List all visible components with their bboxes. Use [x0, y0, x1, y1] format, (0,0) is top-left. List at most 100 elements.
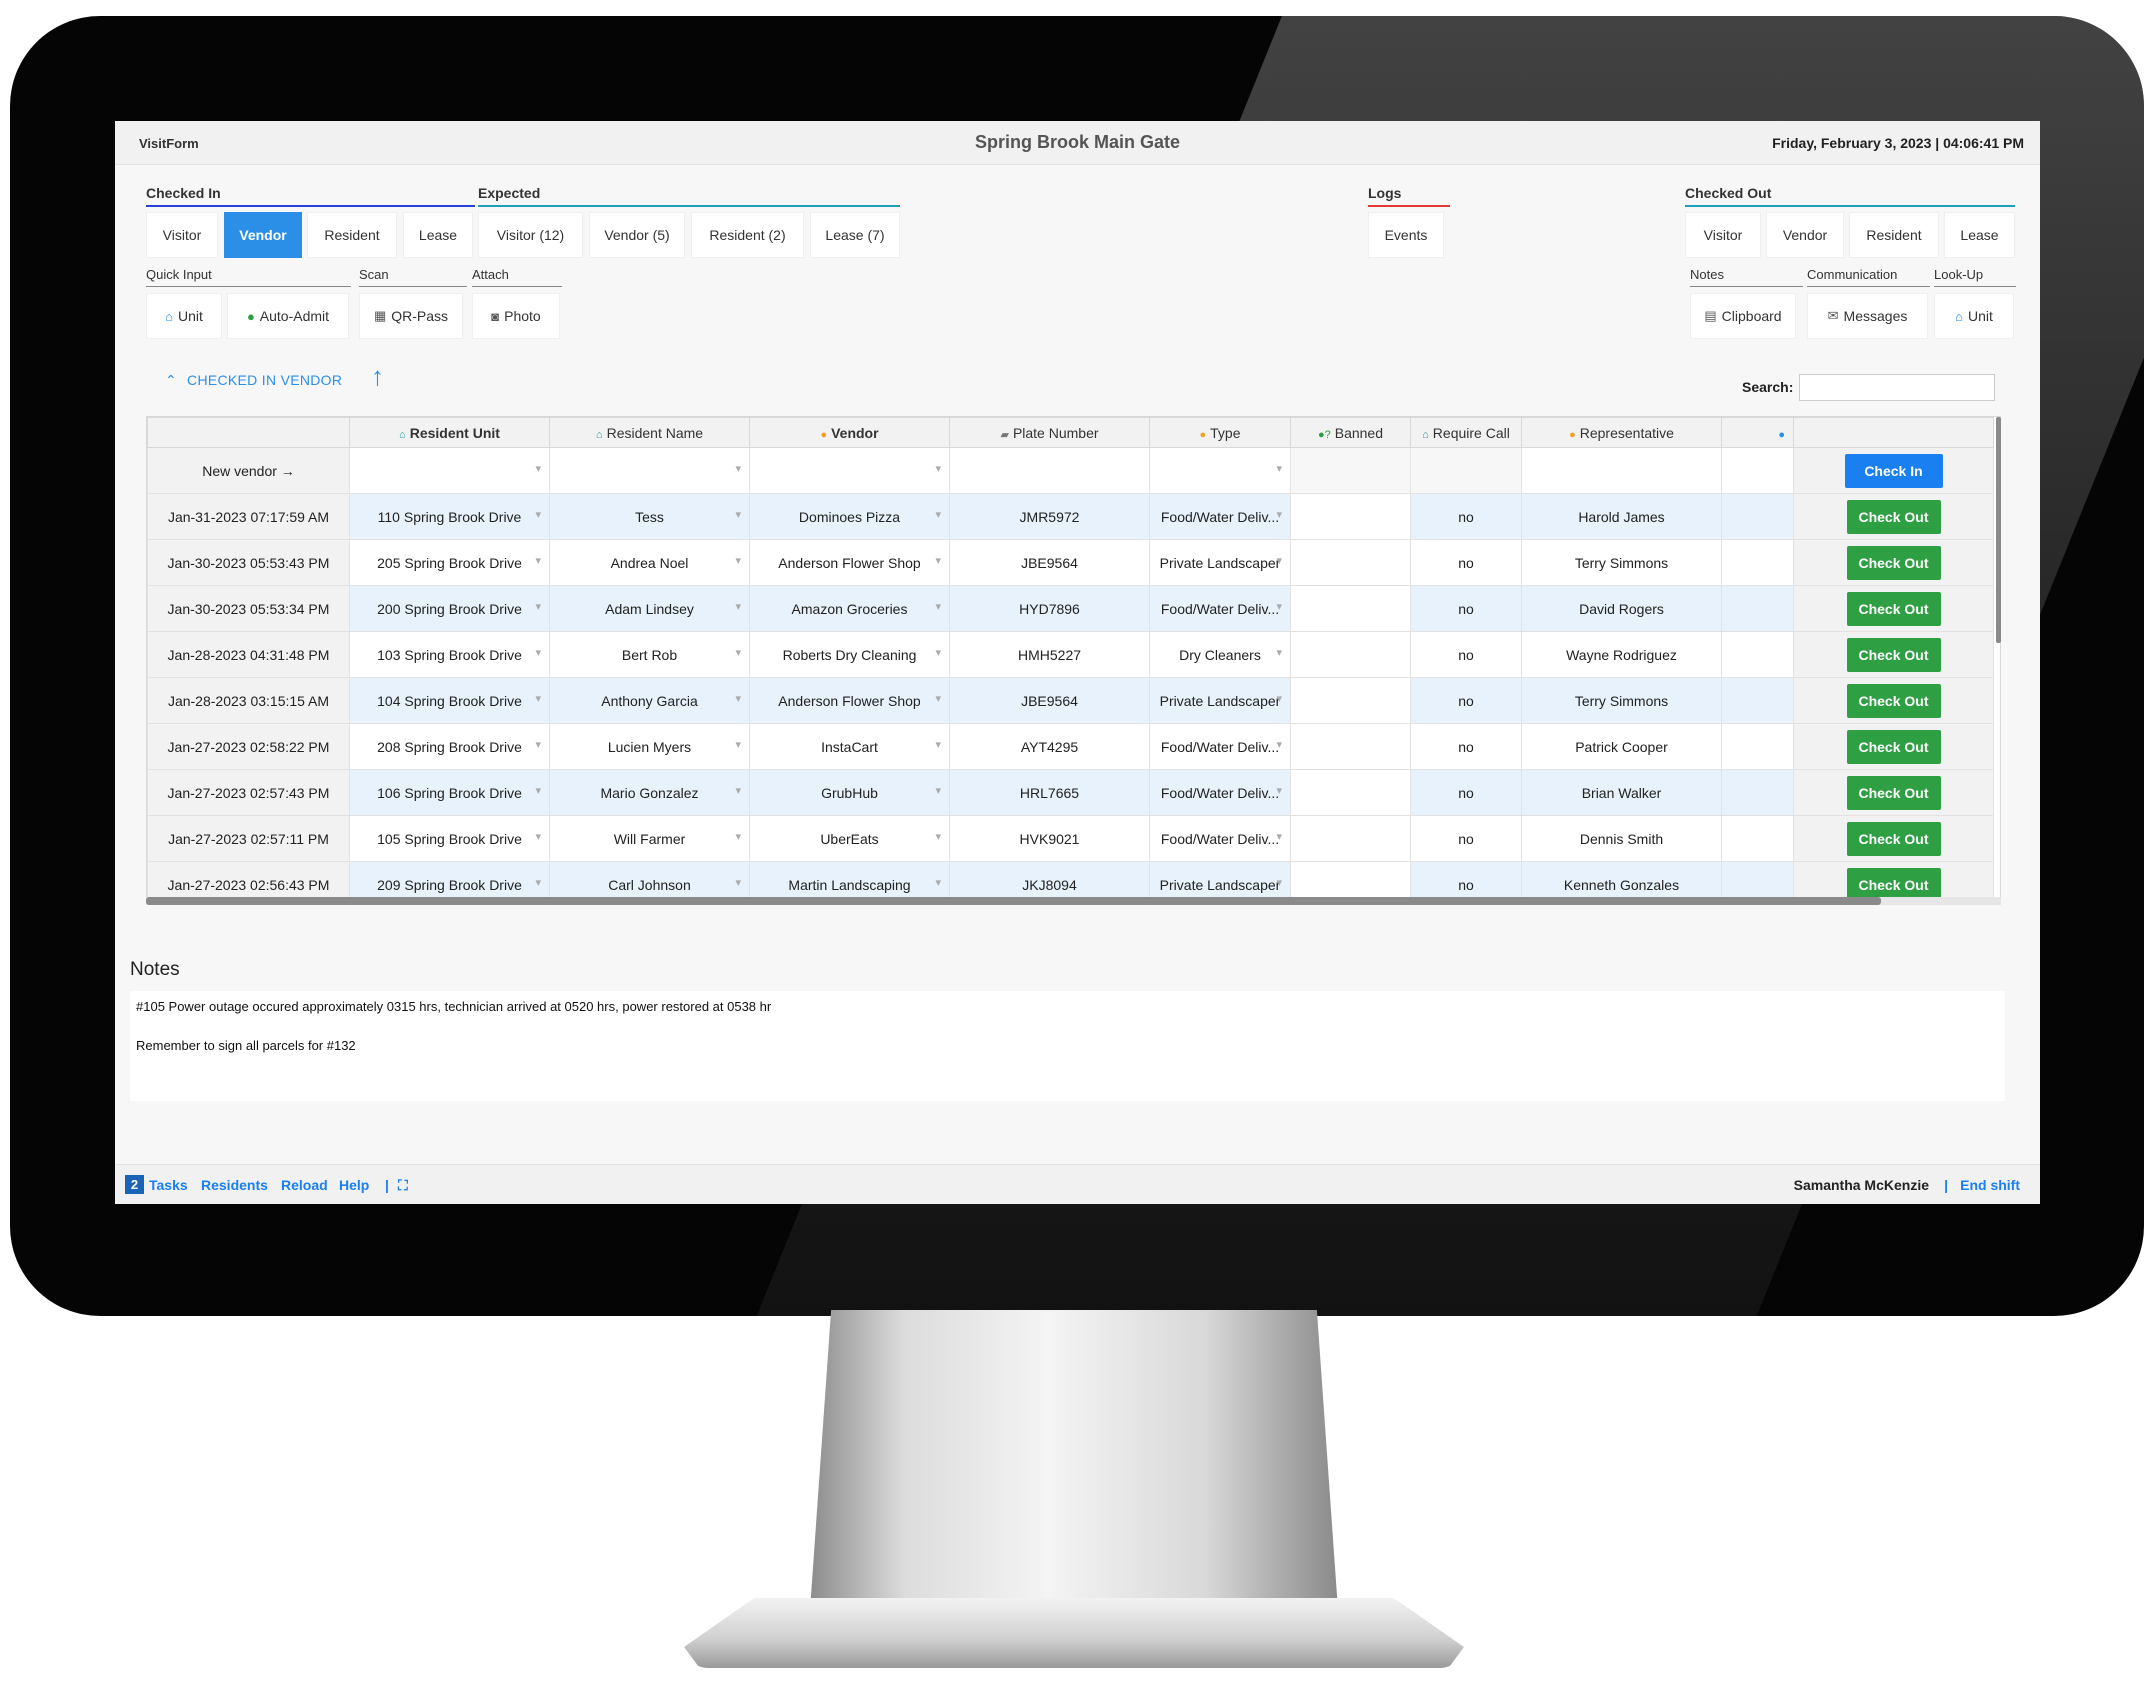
lookup-unit-button[interactable]: ⌂ Unit	[1934, 293, 2014, 339]
header-plate-number[interactable]: ▰ Plate Number	[949, 417, 1150, 448]
tab-expected-vendor[interactable]: Vendor (5)	[589, 212, 685, 258]
header-resident-name[interactable]: ⌂ Resident Name	[549, 417, 750, 448]
table-row[interactable]: Jan-28-2023 04:31:48 PM 103 Spring Brook …	[147, 631, 1994, 678]
arrow-up-icon[interactable]: ↑	[371, 361, 384, 392]
tab-checked-out-lease[interactable]: Lease	[1944, 212, 2015, 258]
filter-extra[interactable]	[1721, 447, 1794, 494]
filter-type[interactable]	[1149, 447, 1291, 494]
cell-representative[interactable]: Harold James	[1521, 493, 1722, 540]
search-input[interactable]	[1799, 374, 1995, 401]
cell-vendor[interactable]: Roberts Dry Cleaning	[749, 631, 950, 678]
cell-require-call[interactable]: no	[1410, 677, 1522, 724]
tab-checked-in-visitor[interactable]: Visitor	[146, 212, 218, 258]
check-out-button[interactable]: Check Out	[1846, 499, 1941, 534]
check-out-button[interactable]: Check Out	[1846, 591, 1941, 626]
cell-vendor[interactable]: Anderson Flower Shop	[749, 677, 950, 724]
cell-representative[interactable]: Terry Simmons	[1521, 539, 1722, 586]
cell-plate-number[interactable]: JBE9564	[949, 539, 1150, 586]
cell-date[interactable]: Jan-28-2023 03:15:15 AM	[147, 677, 350, 724]
residents-link[interactable]: Residents	[201, 1177, 268, 1193]
cell-type[interactable]: Food/Water Deliv...	[1149, 723, 1291, 770]
filter-resident-unit[interactable]	[349, 447, 550, 494]
check-out-button[interactable]: Check Out	[1846, 729, 1941, 764]
cell-resident-unit[interactable]: 205 Spring Brook Drive	[349, 539, 550, 586]
cell-vendor[interactable]: UberEats	[749, 815, 950, 862]
tasks-count-badge[interactable]: 2	[125, 1175, 144, 1194]
cell-resident-name[interactable]: Bert Rob	[549, 631, 750, 678]
table-row[interactable]: Jan-27-2023 02:58:22 PM 208 Spring Brook …	[147, 723, 1994, 770]
header-type[interactable]: ● Type	[1149, 417, 1291, 448]
table-row[interactable]: Jan-30-2023 05:53:43 PM 205 Spring Brook …	[147, 539, 1994, 586]
fullscreen-icon[interactable]: ⛶	[398, 1177, 408, 1194]
horizontal-scrollbar-thumb[interactable]	[146, 897, 1881, 905]
filter-banned[interactable]	[1290, 447, 1411, 494]
header-vendor[interactable]: ● Vendor	[749, 417, 950, 448]
auto-admit-button[interactable]: ● Auto-Admit	[227, 293, 349, 339]
cell-type[interactable]: Food/Water Deliv...	[1149, 585, 1291, 632]
cell-representative[interactable]: Terry Simmons	[1521, 677, 1722, 724]
tab-logs-events[interactable]: Events	[1368, 212, 1444, 258]
cell-representative[interactable]: Patrick Cooper	[1521, 723, 1722, 770]
cell-date[interactable]: Jan-30-2023 05:53:34 PM	[147, 585, 350, 632]
clipboard-button[interactable]: ▤ Clipboard	[1690, 293, 1796, 339]
cell-type[interactable]: Food/Water Deliv...	[1149, 493, 1291, 540]
filter-representative[interactable]	[1521, 447, 1722, 494]
cell-plate-number[interactable]: AYT4295	[949, 723, 1150, 770]
tab-checked-out-resident[interactable]: Resident	[1849, 212, 1939, 258]
cell-require-call[interactable]: no	[1410, 585, 1522, 632]
header-require-call[interactable]: ⌂ Require Call	[1410, 417, 1522, 448]
cell-banned[interactable]	[1290, 493, 1411, 540]
cell-extra[interactable]	[1721, 769, 1794, 816]
cell-representative[interactable]: Wayne Rodriguez	[1521, 631, 1722, 678]
cell-plate-number[interactable]: JBE9564	[949, 677, 1150, 724]
cell-resident-unit[interactable]: 200 Spring Brook Drive	[349, 585, 550, 632]
check-out-button[interactable]: Check Out	[1846, 683, 1941, 718]
quick-input-unit-button[interactable]: ⌂ Unit	[146, 293, 222, 339]
cell-require-call[interactable]: no	[1410, 493, 1522, 540]
tasks-link[interactable]: Tasks	[149, 1177, 188, 1193]
tab-checked-out-vendor[interactable]: Vendor	[1766, 212, 1844, 258]
cell-resident-name[interactable]: Anthony Garcia	[549, 677, 750, 724]
cell-type[interactable]: Dry Cleaners	[1149, 631, 1291, 678]
cell-extra[interactable]	[1721, 539, 1794, 586]
check-out-button[interactable]: Check Out	[1846, 821, 1941, 856]
tab-expected-lease[interactable]: Lease (7)	[810, 212, 900, 258]
cell-extra[interactable]	[1721, 493, 1794, 540]
cell-plate-number[interactable]: HMH5227	[949, 631, 1150, 678]
filter-plate-number[interactable]	[949, 447, 1150, 494]
cell-resident-name[interactable]: Mario Gonzalez	[549, 769, 750, 816]
end-shift-link[interactable]: End shift	[1960, 1177, 2020, 1193]
header-extra[interactable]: ●	[1721, 417, 1794, 448]
table-row[interactable]: Jan-31-2023 07:17:59 AM 110 Spring Brook …	[147, 493, 1994, 540]
section-toggle[interactable]: ⌃ CHECKED IN VENDOR	[165, 372, 342, 389]
cell-require-call[interactable]: no	[1410, 631, 1522, 678]
cell-date[interactable]: Jan-27-2023 02:57:43 PM	[147, 769, 350, 816]
table-row[interactable]: Jan-30-2023 05:53:34 PM 200 Spring Brook …	[147, 585, 1994, 632]
cell-extra[interactable]	[1721, 631, 1794, 678]
tab-expected-visitor[interactable]: Visitor (12)	[478, 212, 583, 258]
cell-resident-unit[interactable]: 106 Spring Brook Drive	[349, 769, 550, 816]
vertical-scrollbar-thumb[interactable]	[1996, 417, 2001, 643]
new-vendor-cell[interactable]: New vendor →	[147, 447, 350, 494]
help-link[interactable]: Help	[339, 1177, 369, 1193]
tab-checked-in-resident[interactable]: Resident	[307, 212, 397, 258]
tab-expected-resident[interactable]: Resident (2)	[691, 212, 804, 258]
qr-pass-button[interactable]: ▦ QR-Pass	[359, 293, 463, 339]
check-in-button[interactable]: Check In	[1844, 453, 1943, 488]
cell-date[interactable]: Jan-27-2023 02:57:11 PM	[147, 815, 350, 862]
cell-require-call[interactable]: no	[1410, 815, 1522, 862]
check-out-button[interactable]: Check Out	[1846, 775, 1941, 810]
messages-button[interactable]: ✉ Messages	[1807, 293, 1928, 339]
cell-require-call[interactable]: no	[1410, 769, 1522, 816]
tab-checked-in-vendor[interactable]: Vendor	[224, 212, 302, 258]
filter-require-call[interactable]	[1410, 447, 1522, 494]
cell-vendor[interactable]: InstaCart	[749, 723, 950, 770]
header-banned[interactable]: ●? Banned	[1290, 417, 1411, 448]
cell-date[interactable]: Jan-30-2023 05:53:43 PM	[147, 539, 350, 586]
cell-banned[interactable]	[1290, 769, 1411, 816]
cell-type[interactable]: Food/Water Deliv...	[1149, 769, 1291, 816]
cell-representative[interactable]: Dennis Smith	[1521, 815, 1722, 862]
cell-resident-name[interactable]: Andrea Noel	[549, 539, 750, 586]
cell-vendor[interactable]: Dominoes Pizza	[749, 493, 950, 540]
cell-date[interactable]: Jan-28-2023 04:31:48 PM	[147, 631, 350, 678]
